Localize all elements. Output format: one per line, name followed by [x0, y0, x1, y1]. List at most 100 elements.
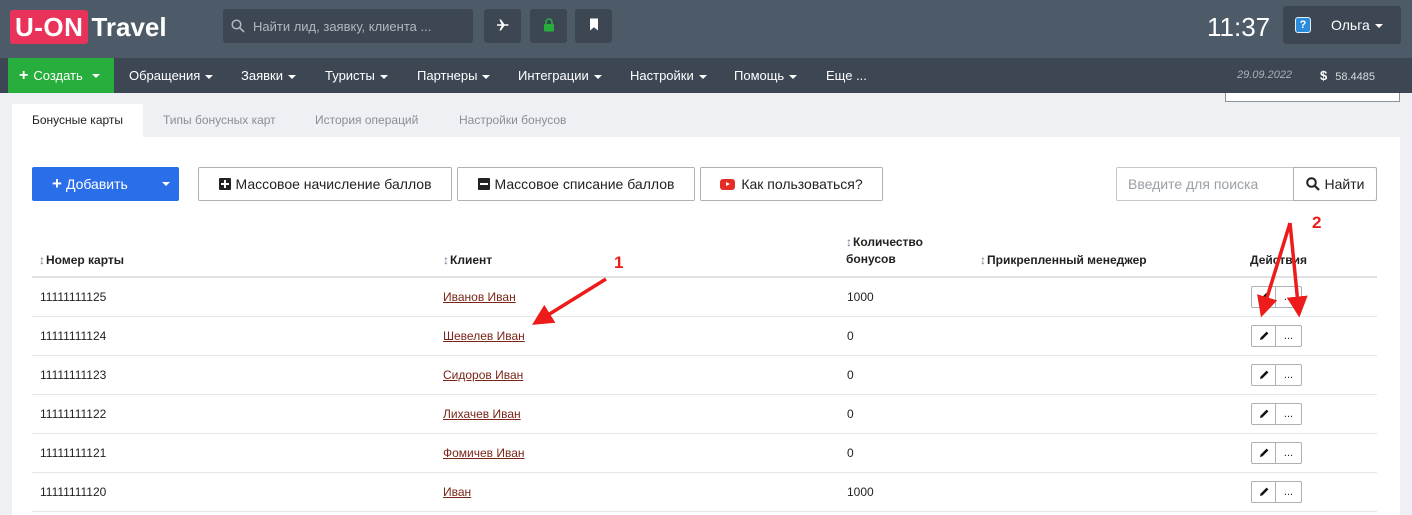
table-search — [1116, 167, 1294, 201]
global-search-input[interactable] — [253, 18, 463, 34]
bookmark-icon — [589, 18, 599, 34]
more-actions-button[interactable]: ... — [1275, 364, 1302, 386]
more-actions-button[interactable]: ... — [1275, 286, 1302, 308]
chevron-down-icon — [287, 74, 296, 79]
dollar-icon: $ — [1320, 68, 1328, 83]
plus-icon: + — [19, 66, 29, 84]
more-actions-button[interactable]: ... — [1275, 481, 1302, 503]
annotation-label-2: 2 — [1312, 213, 1322, 232]
logo[interactable]: U-ON Travel — [10, 10, 167, 44]
clock: 11:37 — [1207, 12, 1271, 42]
client-cell: Иван — [443, 473, 471, 511]
airplane-icon — [496, 18, 510, 35]
nav-item-more[interactable]: Еще ... — [826, 58, 867, 93]
client-link[interactable]: Фомичев Иван — [443, 446, 525, 460]
find-button[interactable]: Найти — [1293, 167, 1377, 201]
col-card-number[interactable]: ↕Номер карты — [39, 252, 124, 269]
add-button-main[interactable]: + Добавить — [32, 174, 152, 194]
edit-button[interactable] — [1251, 325, 1276, 347]
search-icon — [1305, 177, 1320, 191]
col-client[interactable]: ↕Клиент — [443, 252, 492, 269]
mass-accrual-button[interactable]: Массовое начисление баллов — [198, 167, 452, 201]
bonus-count: 0 — [847, 407, 854, 421]
nav-item-settings[interactable]: Настройки — [630, 58, 707, 93]
client-link[interactable]: Сидоров Иван — [443, 368, 523, 382]
pencil-icon — [1259, 448, 1268, 457]
edit-button[interactable] — [1251, 286, 1276, 308]
nav-item-requests[interactable]: Обращения — [129, 58, 214, 93]
edit-button[interactable] — [1251, 442, 1276, 464]
current-date: 29.09.2022 — [1237, 69, 1293, 81]
nav-item-help[interactable]: Помощь — [734, 58, 798, 93]
lock-button[interactable] — [530, 9, 567, 43]
chevron-down-icon — [379, 74, 388, 79]
bookmarks-button[interactable] — [575, 9, 612, 43]
plus-square-icon — [218, 178, 231, 190]
create-label: Создать — [33, 68, 83, 83]
search-icon — [223, 19, 253, 33]
user-menu[interactable]: ? Ольга — [1283, 6, 1401, 44]
chevron-down-icon — [161, 182, 170, 186]
tab-bonus-card-types[interactable]: Типы бонусных карт — [143, 104, 296, 137]
table-row: 11111111124 Шевелев Иван 0 ... — [32, 317, 1377, 356]
bonus-count: 0 — [847, 368, 854, 382]
bonus-count: 1000 — [847, 290, 874, 304]
client-link[interactable]: Шевелев Иван — [443, 329, 525, 343]
how-to-use-button[interactable]: Как пользоваться? — [700, 167, 883, 201]
sort-icon: ↕ — [980, 253, 986, 267]
edit-button[interactable] — [1251, 364, 1276, 386]
bonus-cards-panel: + Добавить Массовое начисление баллов Мас… — [12, 137, 1400, 515]
user-name: Ольга — [1331, 17, 1383, 33]
pencil-icon — [1259, 409, 1268, 418]
youtube-icon — [720, 178, 736, 190]
help-icon[interactable]: ? — [1295, 17, 1311, 33]
card-number: 11111111121 — [40, 446, 107, 460]
mass-writeoff-button[interactable]: Массовое списание баллов — [457, 167, 695, 201]
client-link[interactable]: Иван — [443, 485, 471, 499]
nav-item-tourists[interactable]: Туристы — [325, 58, 388, 93]
add-dropdown-toggle[interactable] — [152, 182, 179, 186]
chevron-down-icon — [91, 73, 100, 78]
add-button[interactable]: + Добавить — [32, 167, 179, 201]
flights-button[interactable] — [484, 9, 521, 43]
edit-button[interactable] — [1251, 481, 1276, 503]
table-row: 11111111123 Сидоров Иван 0 ... — [32, 356, 1377, 395]
dropdown-edge — [1225, 93, 1400, 102]
nav-item-partners[interactable]: Партнеры — [417, 58, 491, 93]
col-bonus-count[interactable]: ↕Количество бонусов — [846, 234, 923, 268]
client-cell: Шевелев Иван — [443, 317, 525, 355]
tab-bonus-cards[interactable]: Бонусные карты — [12, 104, 144, 137]
more-actions-button[interactable]: ... — [1275, 325, 1302, 347]
table-search-input[interactable] — [1117, 168, 1293, 200]
exchange-rate: $58.4485 — [1320, 68, 1375, 83]
sort-icon: ↕ — [846, 235, 852, 249]
chevron-down-icon — [482, 74, 491, 79]
sort-icon: ↕ — [443, 253, 449, 267]
card-number: 11111111125 — [40, 290, 107, 304]
sort-icon: ↕ — [39, 253, 45, 267]
table-row: 11111111125 Иванов Иван 1000 ... — [32, 278, 1377, 317]
nav-item-integrations[interactable]: Интеграции — [518, 58, 602, 93]
nav-item-orders[interactable]: Заявки — [241, 58, 296, 93]
more-actions-button[interactable]: ... — [1275, 403, 1302, 425]
client-cell: Фомичев Иван — [443, 434, 525, 472]
client-cell: Иванов Иван — [443, 278, 516, 316]
client-link[interactable]: Иванов Иван — [443, 290, 516, 304]
col-actions: Действия — [1250, 253, 1308, 267]
chevron-down-icon — [593, 74, 602, 79]
logo-travel: Travel — [91, 11, 167, 42]
more-actions-button[interactable]: ... — [1275, 442, 1302, 464]
bonus-count: 1000 — [847, 485, 874, 499]
pencil-icon — [1259, 331, 1268, 340]
card-number: 11111111122 — [40, 407, 107, 421]
client-link[interactable]: Лихачев Иван — [443, 407, 521, 421]
card-number: 11111111120 — [40, 485, 107, 499]
main-nav: + Создать Обращения Заявки Туристы Партн… — [0, 58, 1412, 93]
annotation-label-1: 1 — [614, 253, 624, 272]
tab-operations-history[interactable]: История операций — [295, 104, 438, 137]
col-manager[interactable]: ↕Прикрепленный менеджер — [980, 252, 1147, 269]
edit-button[interactable] — [1251, 403, 1276, 425]
chevron-down-icon — [789, 74, 798, 79]
create-button[interactable]: + Создать — [8, 58, 114, 93]
tab-bonus-settings[interactable]: Настройки бонусов — [439, 104, 586, 137]
